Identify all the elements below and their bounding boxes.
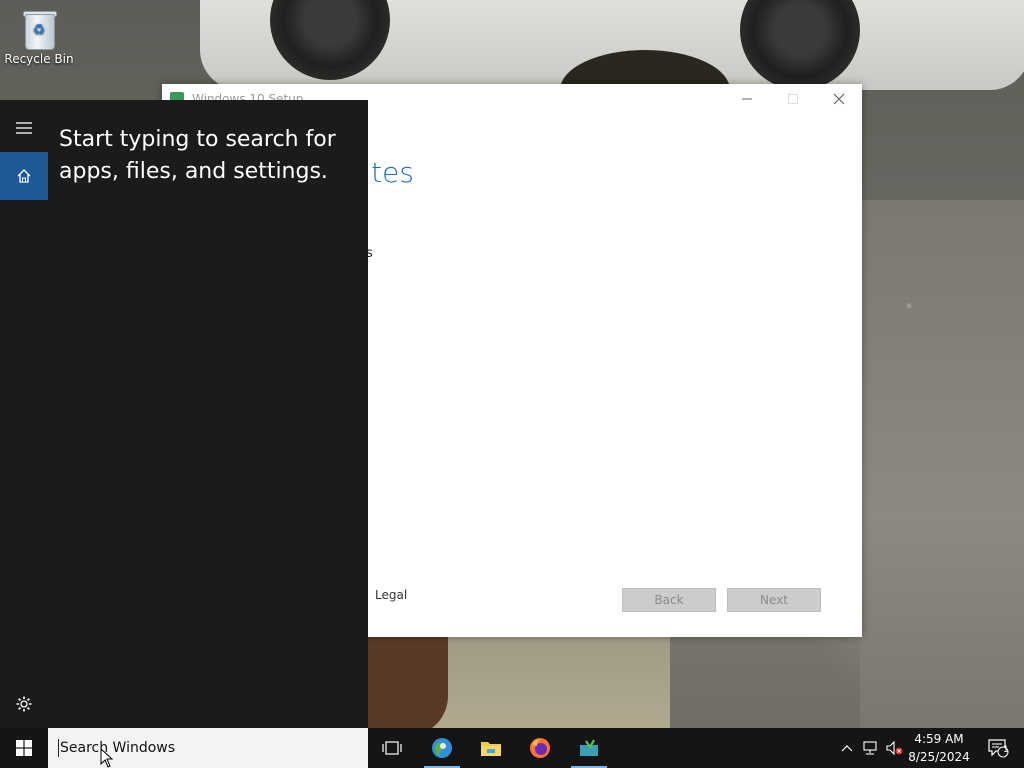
show-hidden-icons-button[interactable]: [836, 728, 858, 768]
taskbar-firefox[interactable]: [520, 728, 560, 768]
back-button[interactable]: Back: [622, 588, 716, 612]
chevron-up-icon: [841, 745, 853, 752]
recycle-bin-icon: ♻: [21, 8, 57, 50]
windows-setup-icon: [580, 739, 598, 756]
taskbar-file-explorer[interactable]: [471, 728, 511, 768]
text-caret: [58, 739, 59, 757]
volume-tray-button[interactable]: [884, 728, 906, 768]
taskbar-clock[interactable]: 4:59 AM 8/25/2024: [906, 730, 972, 766]
start-rail: [0, 100, 48, 728]
legal-link[interactable]: Legal: [375, 588, 407, 602]
action-center-button[interactable]: 1: [978, 728, 1018, 768]
desktop-icon-label: Recycle Bin: [4, 52, 74, 66]
taskbar-browser[interactable]: [422, 728, 462, 768]
search-hint-text: Start typing to search for apps, files, …: [59, 127, 336, 184]
search-input-placeholder: Search Windows: [60, 740, 176, 756]
task-view-button[interactable]: [372, 728, 412, 768]
maximize-icon: [788, 94, 798, 104]
desktop-icon-recycle-bin[interactable]: ♻ Recycle Bin: [4, 6, 74, 66]
volume-muted-icon: [886, 741, 903, 755]
hamburger-menu-icon: [16, 122, 32, 134]
wallpaper-arm: [368, 636, 448, 736]
settings-button[interactable]: [0, 680, 48, 728]
close-button[interactable]: [816, 84, 862, 114]
start-search-panel: Start typing to search for apps, files, …: [0, 100, 368, 728]
task-view-icon: [382, 741, 402, 755]
mouse-cursor-icon: [100, 748, 114, 768]
windows-logo-icon: [16, 740, 32, 756]
minimize-icon: [742, 98, 752, 100]
start-button[interactable]: [0, 728, 48, 768]
settings-gear-icon: [16, 696, 32, 712]
network-tray-button[interactable]: [860, 728, 882, 768]
notification-count-badge: 1: [1003, 745, 1009, 755]
maximize-button[interactable]: [770, 84, 816, 114]
clock-date: 8/25/2024: [908, 750, 970, 764]
network-icon: [863, 741, 877, 755]
browser-globe-icon: [432, 738, 452, 758]
next-button[interactable]: Next: [727, 588, 821, 612]
taskbar: Search Windows 4:59 AM 8/25/2024 1: [0, 728, 1024, 768]
clock-time: 4:59 AM: [914, 732, 964, 746]
home-icon: [17, 169, 31, 183]
hamburger-menu-button[interactable]: [0, 104, 48, 152]
minimize-button[interactable]: [724, 84, 770, 114]
file-explorer-icon: [481, 742, 501, 756]
home-button[interactable]: [0, 152, 48, 200]
close-icon: [833, 93, 845, 105]
taskbar-search-box[interactable]: Search Windows: [48, 728, 368, 768]
wallpaper-ground: [860, 200, 1024, 728]
taskbar-windows-setup[interactable]: [569, 728, 609, 768]
firefox-icon: [530, 738, 550, 758]
